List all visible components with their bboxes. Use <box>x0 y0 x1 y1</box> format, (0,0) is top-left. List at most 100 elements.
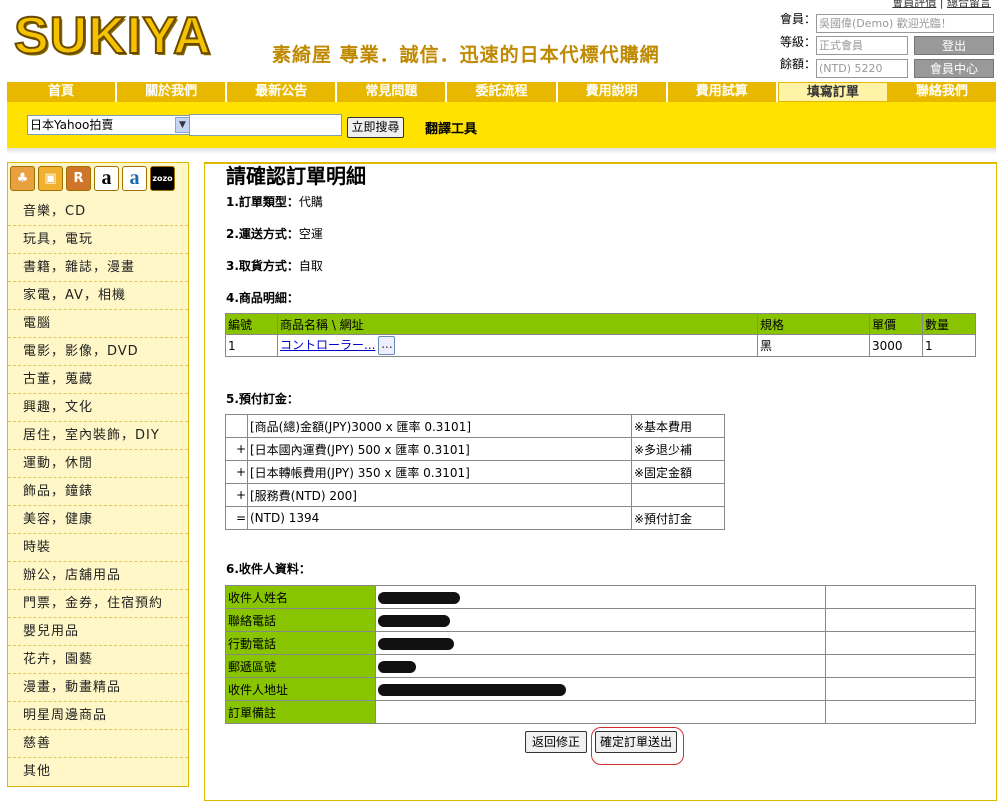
category-item[interactable]: 玩具，電玩 <box>8 226 188 254</box>
fee-note <box>631 483 725 507</box>
fee-note: ※預付訂金 <box>631 506 725 530</box>
nav-about[interactable]: 關於我們 <box>117 82 228 102</box>
category-item[interactable]: 慈善 <box>8 730 188 758</box>
table-row: 收件人姓名 <box>225 585 976 609</box>
order-note-value <box>375 700 826 724</box>
nav-news[interactable]: 最新公告 <box>227 82 338 102</box>
nav-process[interactable]: 委託流程 <box>447 82 558 102</box>
item-more-button[interactable]: ... <box>378 336 396 355</box>
col-header: 數量 <box>922 313 976 335</box>
category-item[interactable]: 其他 <box>8 758 188 786</box>
member-name-field: 吳國偉(Demo) 歡迎光臨！ <box>816 14 994 33</box>
level-label: 等級： <box>779 35 816 49</box>
site-logo[interactable]: SUKIYA <box>13 7 212 65</box>
fee-description: [服務費(NTD) 200] <box>247 483 632 507</box>
recipient-extra <box>825 631 976 655</box>
table-row: 1 コントローラー...... 黑 3000 1 <box>225 334 976 357</box>
fee-note: ※固定金額 <box>631 460 725 484</box>
category-item[interactable]: 門票，金券，住宿預約 <box>8 590 188 618</box>
category-item[interactable]: 美容，健康 <box>8 506 188 534</box>
header-divider <box>7 148 996 154</box>
recipient-table: 收件人姓名 聯絡電話 行動電話 郵遞區號 收件人地址 訂單備註 <box>225 585 976 724</box>
category-item[interactable]: 音樂，CD <box>8 198 188 226</box>
member-center-button[interactable]: 會員中心 <box>914 59 994 78</box>
recipient-name-value <box>375 585 826 609</box>
table-row: = (NTD) 1394 ※預付訂金 <box>225 506 725 530</box>
nav-fees[interactable]: 費用說明 <box>557 82 668 102</box>
recipient-extra <box>825 654 976 678</box>
category-item[interactable]: 運動，休閒 <box>8 450 188 478</box>
recipient-zip-value <box>375 654 826 678</box>
col-header: 單價 <box>869 313 923 335</box>
amazon-alt-icon[interactable]: a <box>122 166 147 191</box>
fee-total: (NTD) 1394 <box>247 506 632 530</box>
nav-home[interactable]: 首頁 <box>7 82 118 102</box>
recipient-field-label: 郵遞區號 <box>225 654 376 678</box>
category-item[interactable]: 電腦 <box>8 310 188 338</box>
category-item[interactable]: 古董，蒐藏 <box>8 366 188 394</box>
table-row: 郵遞區號 <box>225 654 976 678</box>
category-item[interactable]: 時裝 <box>8 534 188 562</box>
table-row: + [服務費(NTD) 200] <box>225 483 725 507</box>
chevron-down-icon[interactable]: ▼ <box>175 117 190 133</box>
recipient-field-label: 訂單備註 <box>225 700 376 724</box>
recipient-address-value <box>375 677 826 701</box>
nav-order[interactable]: 填寫訂單 <box>777 82 888 102</box>
item-no: 1 <box>225 334 278 357</box>
recipient-extra <box>825 608 976 632</box>
table-header-row: 編號 商品名稱 \ 網址 規格 單價 數量 <box>225 313 976 335</box>
message-board-link[interactable]: 總合留言 <box>947 0 991 9</box>
table-row: [商品(總)金額(JPY)3000 x 匯率 0.3101] ※基本費用 <box>225 414 725 438</box>
member-label: 會員： <box>779 12 816 26</box>
fee-operator <box>225 414 248 438</box>
top-links: 會員評價 | 總合留言 <box>892 0 991 10</box>
table-row: 聯絡電話 <box>225 608 976 632</box>
category-item[interactable]: 花卉，園藝 <box>8 646 188 674</box>
nav-faq[interactable]: 常見問題 <box>337 82 448 102</box>
category-item[interactable]: 家電，AV，相機 <box>8 282 188 310</box>
pickup-label: 3.取貨方式： <box>226 259 299 273</box>
shipping-value: 空運 <box>298 227 323 241</box>
fee-note: ※基本費用 <box>631 414 725 438</box>
redacted-block <box>378 637 454 650</box>
category-item[interactable]: 明星周邊商品 <box>8 702 188 730</box>
nav-contact[interactable]: 聯絡我們 <box>887 82 996 102</box>
category-item[interactable]: 居住，室內裝飾，DIY <box>8 422 188 450</box>
category-item[interactable]: 嬰兒用品 <box>8 618 188 646</box>
col-header: 規格 <box>757 313 870 335</box>
recipient-phone-value <box>375 608 826 632</box>
translate-tool-link[interactable]: 翻譯工具 <box>425 118 477 137</box>
nav-calculator[interactable]: 費用試算 <box>667 82 778 102</box>
category-item[interactable]: 電影，影像，DVD <box>8 338 188 366</box>
balance-label: 餘額： <box>779 57 816 71</box>
zozo-icon[interactable]: zozo <box>150 166 175 191</box>
search-button[interactable]: 立即搜尋 <box>347 117 404 138</box>
table-row: + [日本國內運費(JPY) 500 x 匯率 0.3101] ※多退少補 <box>225 437 725 461</box>
fee-operator: + <box>225 483 248 507</box>
category-item[interactable]: 漫畫，動畫精品 <box>8 674 188 702</box>
item-qty: 1 <box>922 334 976 357</box>
recipient-section-label: 6.收件人資料： <box>226 562 311 576</box>
amazon-icon[interactable]: a <box>94 166 119 191</box>
logout-button[interactable]: 登出 <box>914 36 994 55</box>
table-row: 訂單備註 <box>225 700 976 724</box>
redacted-block <box>378 683 566 696</box>
rakuten-icon[interactable]: R <box>66 166 91 191</box>
category-item[interactable]: 書籍，雜誌，漫畫 <box>8 254 188 282</box>
shipping-label: 2.運送方式： <box>226 227 299 241</box>
category-item[interactable]: 辦公，店舖用品 <box>8 562 188 590</box>
fee-operator: + <box>225 460 248 484</box>
shopping-bag-icon[interactable]: ▣ <box>38 166 63 191</box>
search-bar: 日本Yahoo拍賣 ▼ 立即搜尋 翻譯工具 <box>7 102 996 148</box>
order-type: 1.訂單類型：代購 <box>226 193 323 210</box>
category-item[interactable]: 興趣，文化 <box>8 394 188 422</box>
search-input[interactable] <box>189 114 342 136</box>
order-type-label: 1.訂單類型： <box>226 195 299 209</box>
back-edit-button[interactable]: 返回修正 <box>525 731 587 753</box>
category-item[interactable]: 飾品，鐘錶 <box>8 478 188 506</box>
member-review-link[interactable]: 會員評價 <box>892 0 936 9</box>
yahoo-auction-icon[interactable]: ♣ <box>10 166 35 191</box>
highlight-circle <box>591 727 684 765</box>
item-name-link[interactable]: コントローラー... <box>280 338 375 352</box>
site-select[interactable]: 日本Yahoo拍賣 ▼ <box>27 115 192 135</box>
